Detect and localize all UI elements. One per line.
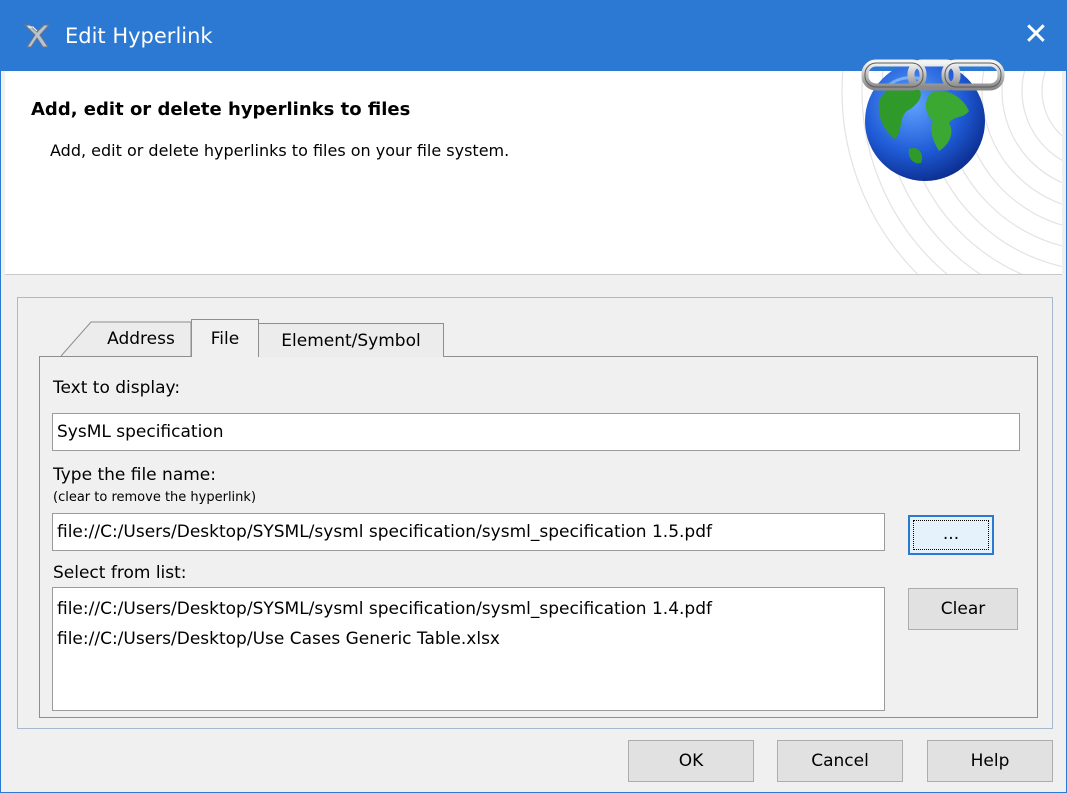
tab-address[interactable]: Address bbox=[61, 322, 189, 356]
list-item[interactable]: file://C:/Users/Desktop/Use Cases Generi… bbox=[57, 624, 880, 654]
cancel-button-label: Cancel bbox=[811, 751, 869, 771]
text-to-display-input[interactable]: SysML specification bbox=[52, 413, 1020, 451]
edit-hyperlink-dialog: Edit Hyperlink ✕ Add, edit or delete hyp… bbox=[0, 0, 1067, 793]
clear-button-label: Clear bbox=[940, 599, 986, 619]
tab-file-label: File bbox=[210, 329, 240, 349]
list-item[interactable]: file://C:/Users/Desktop/SYSML/sysml spec… bbox=[57, 594, 880, 624]
close-button[interactable]: ✕ bbox=[1006, 1, 1066, 71]
tab-element-symbol-label: Element/Symbol bbox=[281, 331, 421, 351]
file-name-hint: (clear to remove the hyperlink) bbox=[53, 490, 257, 505]
clear-button[interactable]: Clear bbox=[908, 588, 1018, 630]
help-button-label: Help bbox=[970, 751, 1010, 771]
file-name-input[interactable]: file://C:/Users/Desktop/SYSML/sysml spec… bbox=[52, 513, 885, 551]
tab-file[interactable]: File bbox=[191, 319, 259, 357]
focus-ring bbox=[913, 520, 989, 550]
text-to-display-label: Text to display: bbox=[53, 378, 181, 398]
ok-button-label: OK bbox=[678, 751, 704, 771]
tab-element-symbol[interactable]: Element/Symbol bbox=[258, 323, 444, 357]
ok-button[interactable]: OK bbox=[628, 740, 754, 782]
help-button[interactable]: Help bbox=[927, 740, 1053, 782]
tab-address-label: Address bbox=[107, 329, 175, 349]
window-title: Edit Hyperlink bbox=[65, 24, 213, 48]
globe-chain-icon bbox=[861, 59, 1005, 181]
select-from-list-label: Select from list: bbox=[53, 563, 187, 583]
header-title: Add, edit or delete hyperlinks to files bbox=[31, 99, 411, 120]
file-name-label: Type the file name: bbox=[53, 465, 216, 485]
file-list[interactable]: file://C:/Users/Desktop/SYSML/sysml spec… bbox=[52, 587, 885, 711]
cancel-button[interactable]: Cancel bbox=[777, 740, 903, 782]
app-icon bbox=[23, 24, 51, 48]
browse-button[interactable]: ... bbox=[908, 515, 994, 555]
close-icon: ✕ bbox=[1023, 17, 1049, 52]
header-description: Add, edit or delete hyperlinks to files … bbox=[50, 141, 510, 160]
